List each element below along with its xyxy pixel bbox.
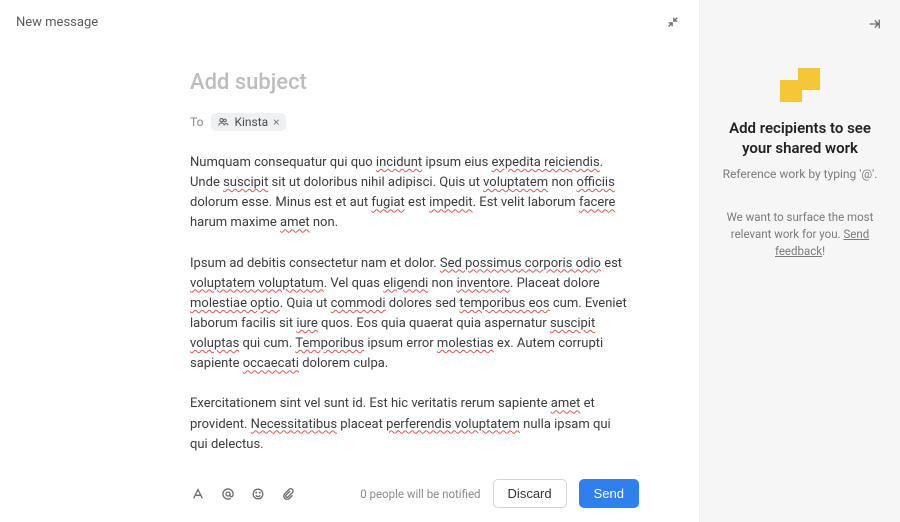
sidebar-note: We want to surface the most relevant wor… xyxy=(716,209,884,261)
message-paragraph: Exercitationem sint vel sunt id. Est hic… xyxy=(190,394,630,454)
recipient-chip-label: Kinsta xyxy=(234,115,268,129)
toolbar-icons xyxy=(190,486,296,502)
sidebar-title: Add recipients to see your shared work xyxy=(716,118,884,159)
subject-input[interactable]: Add subject xyxy=(190,70,639,95)
notify-count-text: 0 people will be notified xyxy=(360,487,480,501)
discard-button[interactable]: Discard xyxy=(493,479,567,508)
message-body[interactable]: Numquam consequatur qui quo incidunt ips… xyxy=(190,153,639,468)
to-label: To xyxy=(190,115,203,129)
message-paragraph: Ipsum ad debitis consectetur nam et dolo… xyxy=(190,254,630,375)
send-button[interactable]: Send xyxy=(579,479,639,508)
compose-body: Add subject To Kinsta × Numquam consequa… xyxy=(0,44,699,468)
emoji-icon[interactable] xyxy=(250,486,266,502)
compose-footer: 0 people will be notified Discard Send xyxy=(0,468,699,522)
app-root: New message Add subject To Kinsta × Numq… xyxy=(0,0,900,522)
sidebar-illustration xyxy=(780,62,820,102)
mention-icon[interactable] xyxy=(220,486,236,502)
compose-panel: New message Add subject To Kinsta × Numq… xyxy=(0,0,700,522)
message-paragraph: Numquam consequatur qui quo incidunt ips… xyxy=(190,153,630,234)
group-icon xyxy=(217,116,229,128)
compose-header: New message xyxy=(0,0,699,44)
remove-recipient-icon[interactable]: × xyxy=(273,116,279,128)
recipients-row: To Kinsta × xyxy=(190,113,639,131)
text-style-icon[interactable] xyxy=(190,486,206,502)
context-sidebar: Add recipients to see your shared work R… xyxy=(700,0,900,522)
window-title: New message xyxy=(16,15,98,30)
collapse-sidebar-icon[interactable] xyxy=(864,14,884,34)
minimize-icon[interactable] xyxy=(663,12,683,32)
attachment-icon[interactable] xyxy=(280,486,296,502)
recipient-chip[interactable]: Kinsta × xyxy=(211,113,285,131)
sidebar-subtitle: Reference work by typing '@'. xyxy=(723,167,878,181)
